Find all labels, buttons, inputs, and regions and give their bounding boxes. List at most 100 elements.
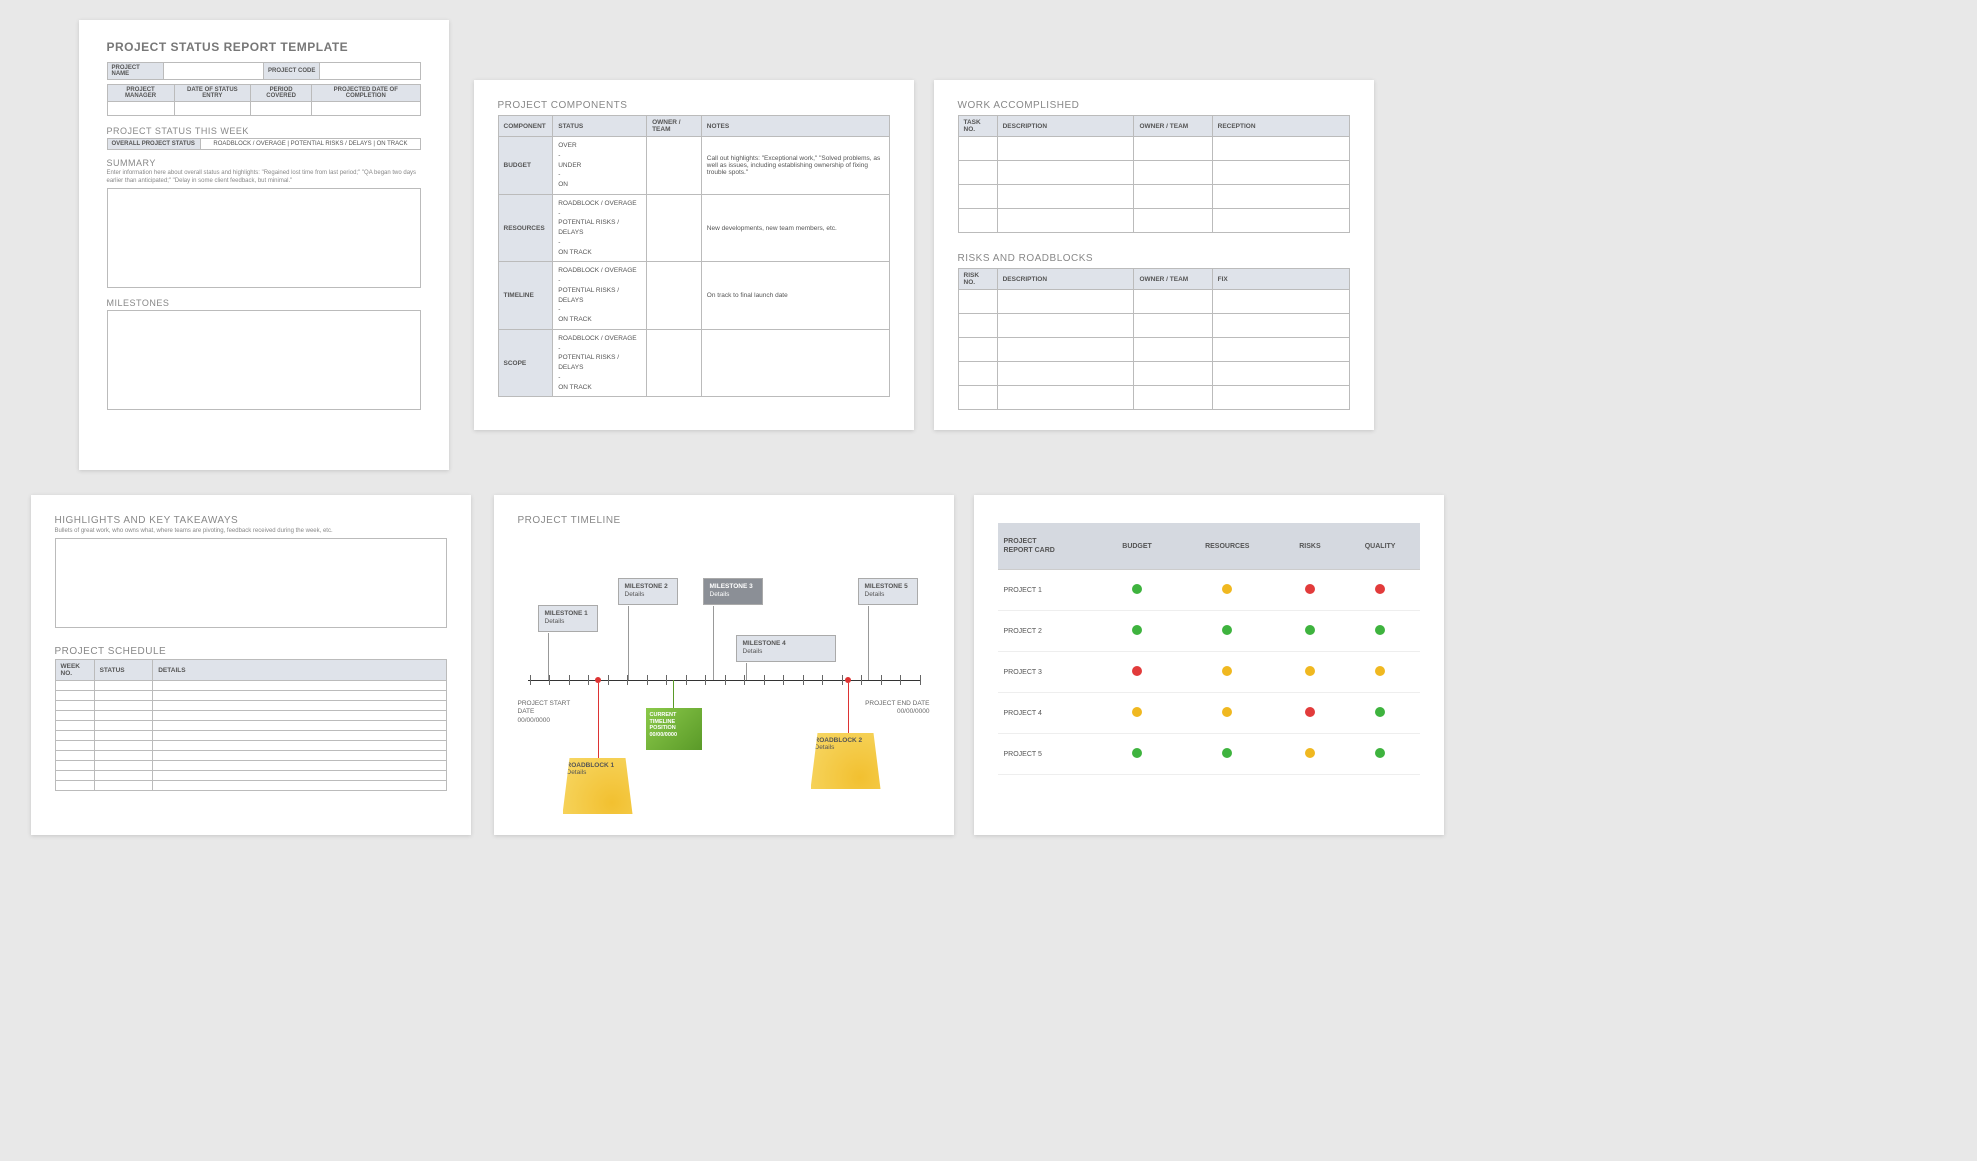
status-risks [1279, 693, 1341, 734]
table-row[interactable] [55, 741, 446, 751]
milestone-1[interactable]: MILESTONE 1Details [538, 605, 598, 632]
overall-status-label: OVERALL PROJECT STATUS [107, 139, 201, 150]
table-row[interactable] [958, 161, 1349, 185]
risks-th-2: DESCRIPTION [997, 269, 1134, 290]
table-row[interactable] [55, 721, 446, 731]
current-position-note[interactable]: CURRENTTIMELINEPOSITION00/00/0000 [646, 708, 702, 750]
table-row[interactable]: PROJECT 2 [998, 611, 1420, 652]
components-heading: PROJECT COMPONENTS [498, 100, 890, 111]
table-row[interactable]: RESOURCESROADBLOCK / OVERAGE-POTENTIAL R… [498, 194, 889, 262]
component-status[interactable]: ROADBLOCK / OVERAGE-POTENTIAL RISKS / DE… [553, 194, 647, 262]
report-card-th-resources: RESOURCES [1175, 523, 1279, 570]
table-row[interactable] [958, 386, 1349, 410]
page-project-timeline: PROJECT TIMELINE PROJECT START DATE00/00… [494, 495, 954, 835]
risks-th-1: RISK NO. [958, 269, 997, 290]
table-row[interactable]: PROJECT 1 [998, 570, 1420, 611]
risks-heading: RISKS AND ROADBLOCKS [958, 253, 1350, 264]
table-row[interactable] [55, 701, 446, 711]
status-resources [1175, 693, 1279, 734]
status-dot-icon [1305, 584, 1315, 594]
component-name: SCOPE [498, 329, 553, 397]
meta2-val3[interactable] [251, 102, 312, 116]
table-row[interactable] [958, 209, 1349, 233]
project-name: PROJECT 2 [998, 611, 1099, 652]
highlights-textbox[interactable] [55, 538, 447, 628]
table-row[interactable]: PROJECT 3 [998, 652, 1420, 693]
status-dot-icon [1375, 707, 1385, 717]
roadblock-1-line [598, 683, 599, 760]
table-row[interactable]: BUDGETOVER-UNDER-ONCall out highlights: … [498, 137, 889, 195]
work-th-3: OWNER / TEAM [1134, 116, 1212, 137]
schedule-th-3: DETAILS [153, 660, 446, 681]
component-notes[interactable]: New developments, new team members, etc. [701, 194, 889, 262]
status-dot-icon [1222, 666, 1232, 676]
risks-th-3: OWNER / TEAM [1134, 269, 1212, 290]
component-notes[interactable]: Call out highlights: "Exceptional work,"… [701, 137, 889, 195]
table-row[interactable] [958, 314, 1349, 338]
table-row[interactable]: TIMELINEROADBLOCK / OVERAGE-POTENTIAL RI… [498, 262, 889, 330]
component-owner[interactable] [647, 329, 702, 397]
table-row[interactable] [55, 781, 446, 791]
table-row[interactable] [958, 185, 1349, 209]
status-risks [1279, 652, 1341, 693]
milestone-4[interactable]: MILESTONE 4Details [736, 635, 836, 662]
status-dot-icon [1375, 666, 1385, 676]
summary-hint: Enter information here about overall sta… [107, 170, 421, 186]
schedule-heading: PROJECT SCHEDULE [55, 646, 447, 657]
timeline-tick [530, 675, 531, 685]
highlights-heading: HIGHLIGHTS AND KEY TAKEAWAYS [55, 515, 447, 526]
status-budget [1099, 693, 1176, 734]
meta2-val4[interactable] [312, 102, 420, 116]
timeline-tick [783, 675, 784, 685]
status-quality [1341, 652, 1420, 693]
timeline-heading: PROJECT TIMELINE [518, 515, 930, 526]
roadblock-2-note[interactable]: ROADBLOCK 2Details [811, 733, 881, 789]
project-name: PROJECT 5 [998, 734, 1099, 775]
milestones-textbox[interactable] [107, 310, 421, 410]
table-row[interactable] [55, 711, 446, 721]
summary-textbox[interactable] [107, 188, 421, 288]
table-row[interactable] [958, 137, 1349, 161]
report-card-th-quality: QUALITY [1341, 523, 1420, 570]
component-status[interactable]: ROADBLOCK / OVERAGE-POTENTIAL RISKS / DE… [553, 262, 647, 330]
timeline-diagram: PROJECT START DATE00/00/0000 PROJECT END… [518, 530, 930, 820]
table-row[interactable]: PROJECT 4 [998, 693, 1420, 734]
component-owner[interactable] [647, 262, 702, 330]
component-status[interactable]: ROADBLOCK / OVERAGE-POTENTIAL RISKS / DE… [553, 329, 647, 397]
table-row[interactable] [958, 290, 1349, 314]
status-resources [1175, 734, 1279, 775]
meta2-col1: PROJECT MANAGER [107, 85, 174, 102]
roadblock-1-note[interactable]: ROADBLOCK 1Details [563, 758, 633, 814]
table-row[interactable] [55, 681, 446, 691]
component-name: RESOURCES [498, 194, 553, 262]
component-owner[interactable] [647, 137, 702, 195]
component-notes[interactable] [701, 329, 889, 397]
component-status[interactable]: OVER-UNDER-ON [553, 137, 647, 195]
summary-heading: SUMMARY [107, 158, 421, 168]
table-row[interactable] [55, 771, 446, 781]
project-code-field[interactable] [320, 63, 420, 80]
table-row[interactable] [958, 362, 1349, 386]
table-row[interactable] [55, 751, 446, 761]
overall-status-options[interactable]: ROADBLOCK / OVERAGE | POTENTIAL RISKS / … [201, 139, 420, 150]
table-row[interactable] [55, 731, 446, 741]
components-th-owner: OWNER / TEAM [647, 116, 702, 137]
table-row[interactable] [55, 691, 446, 701]
roadblock-2-line [848, 683, 849, 735]
table-row[interactable]: SCOPEROADBLOCK / OVERAGE-POTENTIAL RISKS… [498, 329, 889, 397]
table-row[interactable]: PROJECT 5 [998, 734, 1420, 775]
component-notes[interactable]: On track to final launch date [701, 262, 889, 330]
highlights-hint: Bullets of great work, who owns what, wh… [55, 528, 447, 534]
project-name-field[interactable] [163, 63, 263, 80]
milestone-3[interactable]: MILESTONE 3Details [703, 578, 763, 605]
meta2-col2: DATE OF STATUS ENTRY [174, 85, 251, 102]
meta2-val2[interactable] [174, 102, 251, 116]
timeline-tick [686, 675, 687, 685]
component-owner[interactable] [647, 194, 702, 262]
milestone-5[interactable]: MILESTONE 5Details [858, 578, 918, 605]
meta2-val1[interactable] [107, 102, 174, 116]
milestone-2[interactable]: MILESTONE 2Details [618, 578, 678, 605]
table-row[interactable] [958, 338, 1349, 362]
timeline-tick [861, 675, 862, 685]
table-row[interactable] [55, 761, 446, 771]
